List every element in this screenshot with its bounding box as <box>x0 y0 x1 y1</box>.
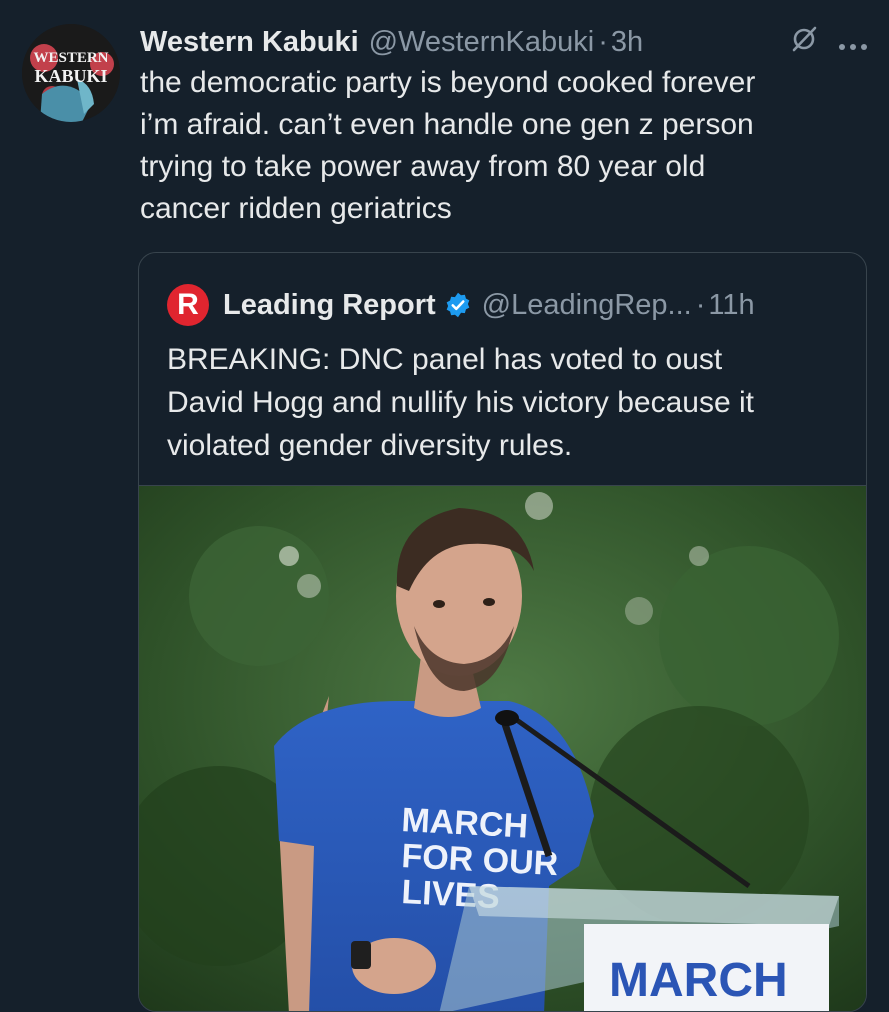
podium-sign-text: MARCH <box>609 954 788 1007</box>
western-kabuki-avatar-icon: WESTERN KABUKI <box>22 24 120 122</box>
logo-letter: R <box>177 288 199 321</box>
more-icon[interactable] <box>837 27 869 60</box>
quoted-separator-dot: · <box>695 288 706 321</box>
author-name[interactable]: Western Kabuki <box>140 26 359 59</box>
leading-report-logo[interactable]: R <box>167 284 209 326</box>
photo-speaker-at-podium: MARCH FOR OUR LIVES MARCH <box>139 486 866 1011</box>
separator-dot: · <box>598 25 608 58</box>
author-handle[interactable]: @WesternKabuki <box>369 26 595 59</box>
avatar-text-1: WESTERN <box>33 50 108 66</box>
tweet-text: the democratic party is beyond cooked fo… <box>140 66 756 225</box>
header-icons <box>789 24 869 62</box>
quoted-tweet-time[interactable]: 11h <box>708 289 754 322</box>
verified-badge-icon <box>444 291 472 319</box>
tweet-header: Western Kabuki @WesternKabuki · 3h <box>140 22 869 62</box>
avatar-text-2: KABUKI <box>34 66 107 86</box>
quoted-author-name[interactable]: Leading Report <box>223 289 436 322</box>
author-avatar[interactable]: WESTERN KABUKI <box>22 24 120 122</box>
tweet-time[interactable]: 3h <box>611 26 643 59</box>
quoted-tweet-header: R Leading Report @LeadingRep... · 11h <box>167 283 856 327</box>
quoted-author-handle[interactable]: @LeadingRep... <box>482 289 692 322</box>
quoted-tweet-text: BREAKING: DNC panel has voted to oust Da… <box>167 343 754 462</box>
grok-icon[interactable] <box>789 24 819 62</box>
quoted-tweet[interactable]: R Leading Report @LeadingRep... · 11h BR… <box>138 252 867 1012</box>
quoted-tweet-photo[interactable]: MARCH FOR OUR LIVES MARCH <box>139 485 866 1011</box>
